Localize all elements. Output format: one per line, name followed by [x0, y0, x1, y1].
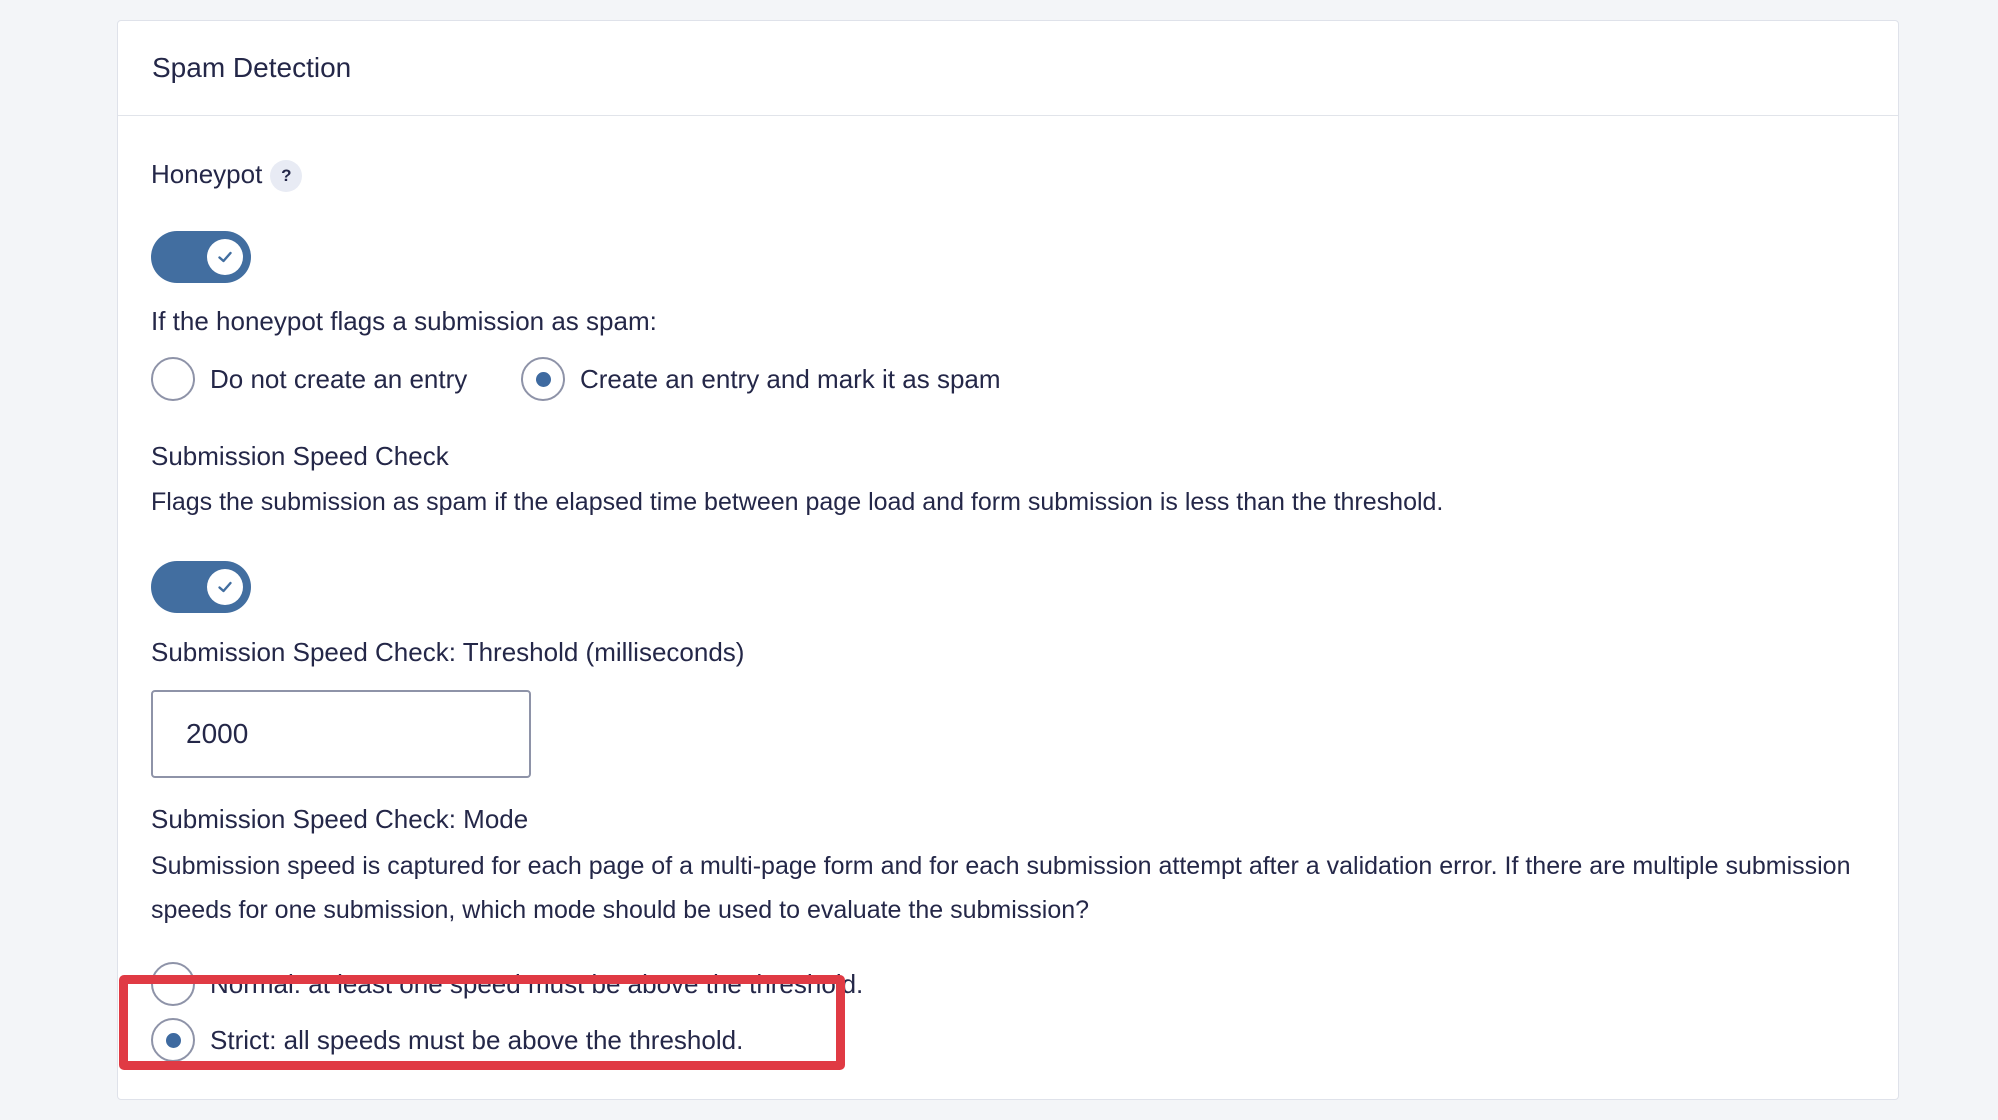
radio-label: Normal: at least one speed must be above… [210, 968, 864, 999]
radio-selected-dot [535, 371, 551, 387]
radio-mode-normal[interactable]: Normal: at least one speed must be above… [151, 962, 863, 1006]
mode-label: Submission Speed Check: Mode [151, 804, 529, 834]
honeypot-toggle[interactable] [151, 231, 251, 283]
threshold-input[interactable] [151, 690, 531, 778]
honeypot-label-row: Honeypot? [151, 159, 303, 193]
panel-title: Spam Detection [152, 52, 352, 83]
radio-label: Create an entry and mark it as spam [580, 363, 1001, 394]
radio-button[interactable] [151, 962, 195, 1006]
mode-description: Submission speed is captured for each pa… [151, 852, 1851, 924]
threshold-label: Submission Speed Check: Threshold (milli… [151, 637, 745, 667]
honeypot-action-label: If the honeypot flags a submission as sp… [151, 306, 657, 336]
speed-check-label: Submission Speed Check [151, 441, 449, 471]
speed-check-description: Flags the submission as spam if the elap… [151, 488, 1444, 516]
spam-detection-panel: Spam Detection Honeypot? If the honeypot… [117, 20, 1899, 1100]
radio-selected-dot [165, 1032, 181, 1048]
checkmark-icon [218, 581, 232, 593]
radio-do-not-create-entry[interactable]: Do not create an entry [151, 357, 467, 401]
question-circle-icon[interactable]: ? [270, 160, 303, 193]
toggle-knob [207, 569, 243, 605]
checkmark-icon [218, 251, 232, 263]
speed-check-toggle[interactable] [151, 561, 251, 613]
radio-label: Strict: all speeds must be above the thr… [210, 1024, 744, 1055]
radio-mode-strict[interactable]: Strict: all speeds must be above the thr… [151, 1018, 743, 1062]
panel-header: Spam Detection [118, 21, 1898, 116]
radio-button[interactable] [151, 357, 195, 401]
radio-label: Do not create an entry [210, 363, 468, 394]
radio-button-selected[interactable] [151, 1018, 195, 1062]
radio-create-entry-mark-spam[interactable]: Create an entry and mark it as spam [521, 357, 1001, 401]
toggle-knob [207, 239, 243, 275]
radio-button-selected[interactable] [521, 357, 565, 401]
honeypot-label: Honeypot [151, 159, 263, 189]
